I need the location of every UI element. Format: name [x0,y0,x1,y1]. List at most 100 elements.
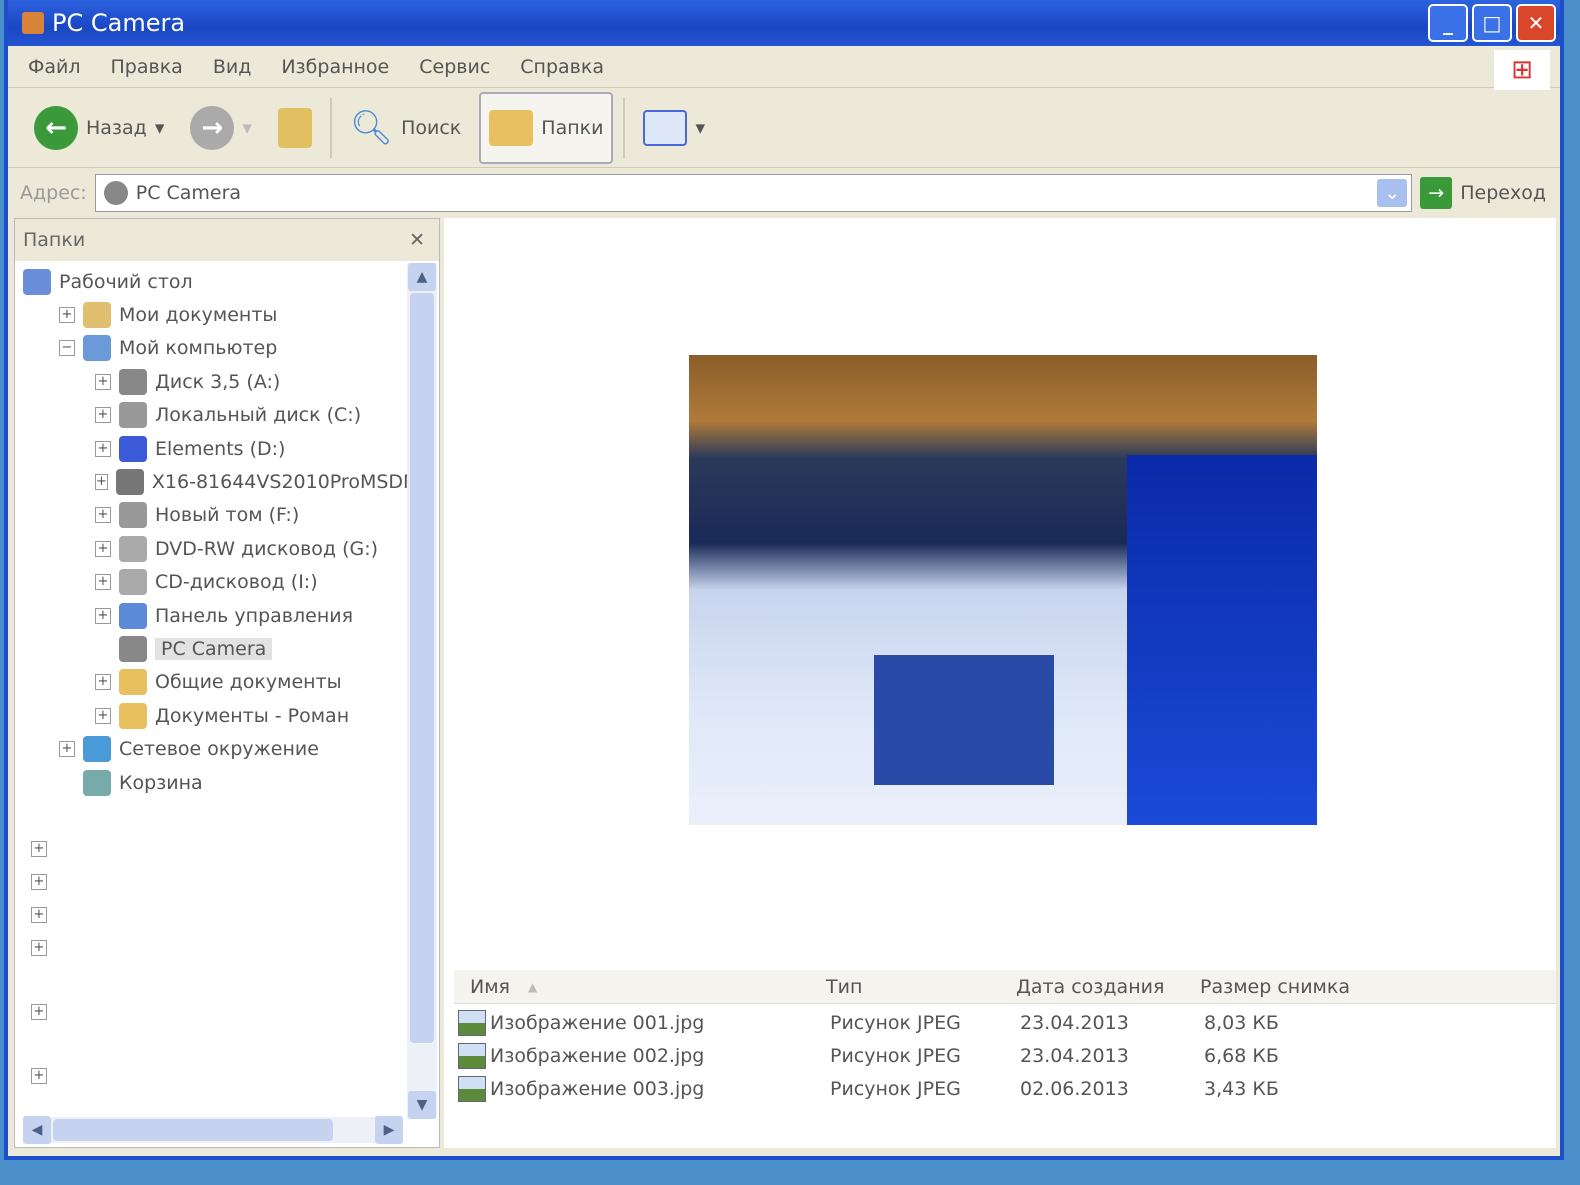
tree-item-label: Корзина [119,771,203,794]
search-icon: 🔍︎ [349,107,394,148]
menu-file[interactable]: Файл [28,56,81,78]
tree-item[interactable]: Корзина [15,766,407,799]
tree-expander[interactable]: + [31,907,47,923]
file-view: Имя ▲ Тип Дата создания Размер снимка Изо… [444,218,1556,1148]
folder-icon [119,502,147,529]
tree-vertical-scrollbar[interactable]: ▲ ▼ [407,263,437,1119]
back-arrow-icon: ← [34,105,78,150]
tree-expander[interactable]: + [95,373,111,390]
tree-artifact-expanders: + + + + + + [31,831,47,1084]
back-button[interactable]: ← Назад ▾ [26,100,172,156]
scrollbar-thumb[interactable] [410,293,434,1043]
folders-icon [489,109,534,146]
scroll-down-icon[interactable]: ▼ [408,1091,436,1119]
minimize-button[interactable]: _ [1428,4,1468,42]
tree-item[interactable]: + Общие документы [15,666,407,699]
explorer-window: PC Camera _ □ ✕ Файл Правка Вид Избранно… [4,0,1564,1160]
tree-expander[interactable]: + [31,1068,47,1084]
menu-edit[interactable]: Правка [111,56,183,78]
views-button[interactable]: ▾ [635,104,713,152]
search-button[interactable]: 🔍︎ Поиск [342,102,469,154]
tree-item[interactable]: − Мой компьютер [15,332,407,365]
column-date[interactable]: Дата создания [1016,976,1200,998]
toolbar: ← Назад ▾ → ▾ 🔍︎ Поиск Папки ▾ [8,88,1560,168]
tree-item-label: Диск 3,5 (A:) [155,370,281,393]
tree-expander[interactable]: + [31,874,47,890]
tree-item[interactable]: + Elements (D:) [15,432,407,465]
tree-item[interactable]: + Диск 3,5 (A:) [15,365,407,398]
go-button[interactable]: → Переход [1420,177,1560,209]
jpeg-file-icon [458,1043,486,1069]
tree-item[interactable]: + Мои документы [15,298,407,331]
address-value: PC Camera [135,182,242,204]
maximize-button[interactable]: □ [1472,4,1512,42]
tree-item-label: Панель управления [155,604,354,627]
tree-item-label: Локальный диск (C:) [155,404,362,427]
address-dropdown-icon[interactable]: ⌄ [1377,179,1408,207]
tree-item[interactable]: + Новый том (F:) [15,499,407,532]
file-date: 02.06.2013 [1020,1078,1129,1100]
forward-button[interactable]: → ▾ [182,100,260,156]
toolbar-separator [623,97,626,158]
scroll-right-icon[interactable]: ▶ [375,1116,403,1144]
tree-expander[interactable]: + [95,607,111,624]
tree-expander[interactable]: + [31,841,47,857]
image-preview[interactable] [689,355,1317,825]
tree-item[interactable]: + X16-81644VS2010ProMSDNR [15,465,430,498]
tree-expander[interactable]: + [95,540,111,557]
tree-expander[interactable]: + [95,707,111,724]
tree-item[interactable]: + Панель управления [15,599,407,632]
column-type[interactable]: Тип [826,976,1016,998]
tree-horizontal-scrollbar[interactable]: ◀ ▶ [23,1116,403,1144]
menu-help[interactable]: Справка [520,56,604,78]
menu-favorites[interactable]: Избранное [281,56,389,78]
tree-expander[interactable]: + [59,741,75,758]
tree-item-label: Общие документы [155,671,342,694]
address-bar: Адрес: PC Camera ⌄ → Переход [8,170,1560,216]
tree-expander[interactable]: − [59,340,75,357]
back-dropdown-icon[interactable]: ▾ [155,117,165,139]
file-name: Изображение 002.jpg [490,1045,705,1067]
tree-expander[interactable]: + [95,574,111,591]
address-label: Адрес: [20,182,87,204]
file-row[interactable]: Изображение 002.jpg Рисунок JPEG 23.04.201… [458,1041,1384,1071]
tree-item[interactable]: + Локальный диск (C:) [15,399,407,432]
tree-expander[interactable]: + [95,407,111,424]
scrollbar-thumb[interactable] [53,1119,333,1141]
tree-item-label: Мои документы [119,304,278,327]
tree-item[interactable]: + CD-дисковод (I:) [15,566,407,599]
tree-item-label: Elements (D:) [155,437,286,460]
folder-icon [119,368,147,395]
tree-item[interactable]: + Документы - Роман [15,699,407,732]
address-input[interactable]: PC Camera ⌄ [94,174,1413,212]
tree-item-label: Мой компьютер [119,337,278,360]
tree-item[interactable]: + DVD-RW дисковод (G:) [15,532,407,565]
up-folder-button[interactable] [270,102,320,154]
windows-logo-icon: ⊞ [1494,50,1550,90]
scroll-up-icon[interactable]: ▲ [408,263,436,291]
tree-expander[interactable]: + [95,674,111,691]
tree-expander[interactable]: + [95,474,108,491]
file-size: 6,68 КБ [1204,1045,1279,1067]
folders-button[interactable]: Папки [479,91,614,164]
menu-view[interactable]: Вид [213,56,252,78]
tree-item[interactable]: + Сетевое окружение [15,732,407,765]
tree-expander[interactable]: + [95,440,111,457]
tree-expander[interactable]: + [95,507,111,524]
column-name[interactable]: Имя ▲ [454,976,826,998]
folders-pane-close-button[interactable]: ✕ [409,229,425,251]
tree-expander[interactable]: + [59,307,75,324]
menu-tools[interactable]: Сервис [419,56,490,78]
close-button[interactable]: ✕ [1516,4,1556,42]
tree-item[interactable]: PC Camera [15,632,407,665]
folder-icon [83,302,111,329]
scroll-left-icon[interactable]: ◀ [23,1116,51,1144]
file-row[interactable]: Изображение 003.jpg Рисунок JPEG 02.06.201… [458,1074,1384,1104]
file-row[interactable]: Изображение 001.jpg Рисунок JPEG 23.04.201… [458,1008,1384,1038]
tree-item[interactable]: Рабочий стол [15,265,407,298]
column-size[interactable]: Размер снимка [1200,976,1380,998]
go-arrow-icon: → [1420,177,1453,209]
forward-dropdown-icon[interactable]: ▾ [242,117,252,139]
tree-expander[interactable]: + [31,1004,47,1020]
tree-expander[interactable]: + [31,940,47,956]
